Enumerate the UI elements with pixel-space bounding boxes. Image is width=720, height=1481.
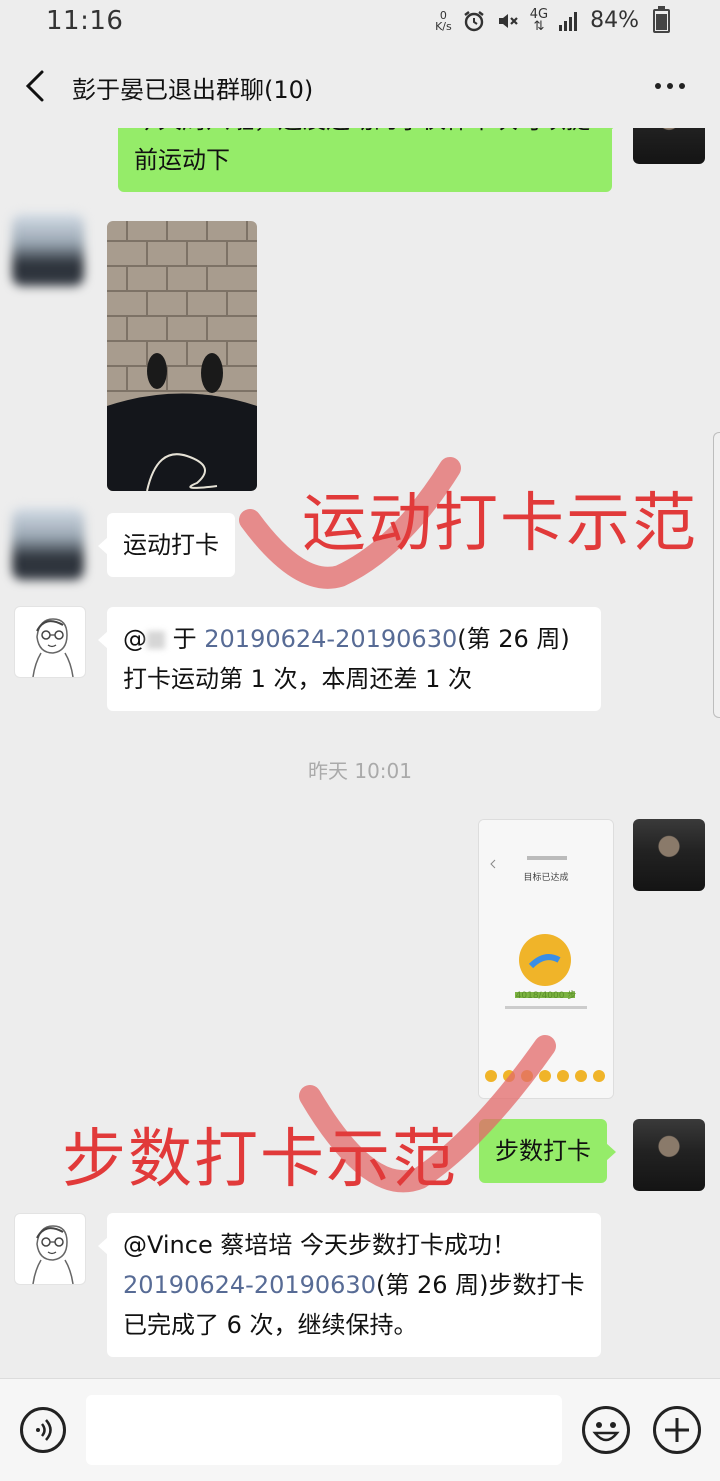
chat-header: 彭于晏已退出群聊(10): [0, 44, 720, 128]
status-indicators: 0 K/s 4G ⇅ 84%: [435, 5, 670, 34]
chat-title: 彭于晏已退出群聊(10): [72, 76, 314, 104]
alarm-icon: [464, 10, 484, 31]
emoji-button[interactable]: [582, 1406, 630, 1454]
message-list[interactable]: 今天周六啦，还没运动的小伙伴下次可以提前运动下 运动打卡: [0, 128, 720, 1378]
net-speed-indicator: 0 K/s: [435, 8, 452, 33]
more-button[interactable]: [648, 66, 692, 106]
back-button[interactable]: [22, 66, 50, 106]
mute-icon: [498, 13, 518, 28]
more-dots-icon: [655, 83, 661, 89]
voice-button[interactable]: [20, 1407, 66, 1453]
status-bar: 11:16 0 K/s 4G ⇅ 84%: [0, 0, 720, 44]
voice-icon: [36, 1419, 52, 1441]
emoji-icon: [592, 1422, 620, 1442]
plus-icon: [665, 1418, 689, 1442]
annotation-sport-checkin: 运动打卡示范: [302, 487, 698, 561]
input-bar: [0, 1378, 720, 1481]
add-button[interactable]: [653, 1406, 701, 1454]
battery-icon: [653, 5, 670, 33]
back-arrow-icon: [25, 70, 44, 102]
scroll-handle[interactable]: [713, 432, 720, 718]
network-type-icon: 4G ⇅: [529, 6, 549, 34]
annotation-step-checkin: 步数打卡示范: [62, 1123, 458, 1197]
battery-percent: 84%: [590, 8, 639, 33]
signal-icon: [559, 11, 578, 31]
message-input[interactable]: [86, 1395, 562, 1465]
status-time: 11:16: [46, 6, 124, 36]
